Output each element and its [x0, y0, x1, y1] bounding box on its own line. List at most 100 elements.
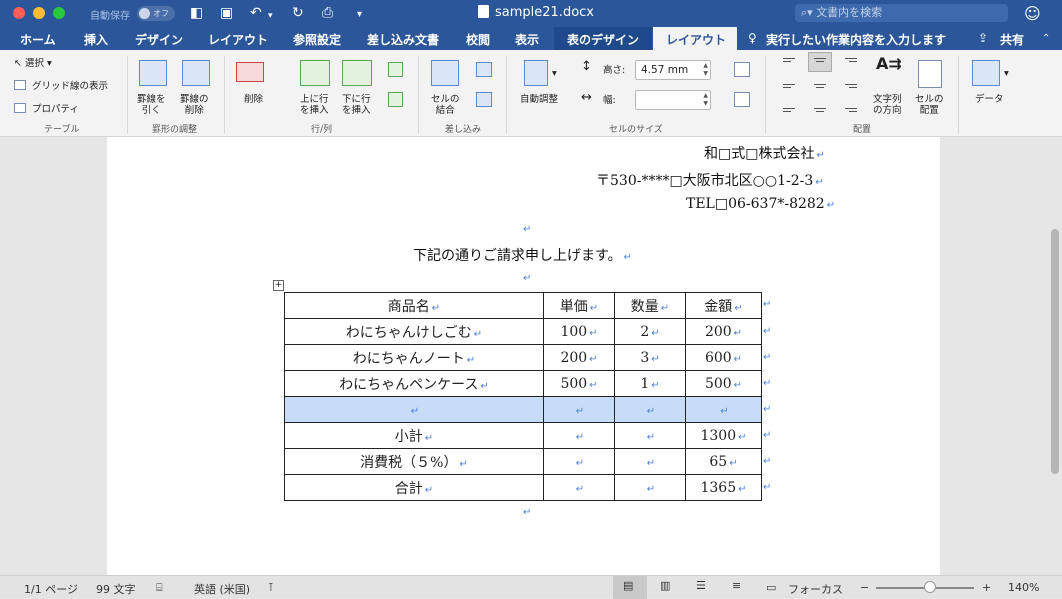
table-cell[interactable]: 合計 ↵: [284, 474, 544, 501]
language-indicator[interactable]: 英語 (米国): [194, 581, 250, 597]
autofit-icon[interactable]: [524, 60, 548, 86]
table-cell[interactable]: 65 ↵: [685, 448, 762, 475]
eraser-icon[interactable]: [182, 60, 210, 86]
word-count[interactable]: 99 文字: [96, 581, 136, 597]
table-cell[interactable]: ↵: [614, 396, 686, 423]
table-cell[interactable]: ↵: [543, 422, 615, 449]
draw-border-button[interactable]: 罫線を 引く: [137, 94, 166, 116]
data-button[interactable]: データ: [975, 94, 1004, 105]
table-move-handle[interactable]: +: [273, 280, 284, 291]
distribute-rows-icon[interactable]: [734, 62, 750, 77]
focus-button[interactable]: フォーカス: [788, 581, 843, 597]
tab-table-design[interactable]: 表のデザイン: [567, 31, 639, 48]
table-cell[interactable]: ↵: [614, 474, 686, 501]
column-width-stepper[interactable]: ▲ ▼: [703, 92, 708, 108]
autosave-toggle[interactable]: オフ: [137, 6, 175, 21]
table-cell[interactable]: 消費税（５%） ↵: [284, 448, 544, 475]
tab-insert[interactable]: 挿入: [84, 31, 108, 48]
feedback-smiley-icon[interactable]: ☺: [1024, 4, 1041, 23]
properties-button[interactable]: プロパティ: [14, 101, 79, 115]
table-cell[interactable]: 1 ↵: [614, 370, 686, 397]
tab-mailings[interactable]: 差し込み文書: [367, 31, 439, 48]
draft-view-button[interactable]: ≡: [722, 576, 756, 599]
zoom-out-button[interactable]: −: [860, 581, 869, 594]
zoom-level[interactable]: 140%: [1008, 581, 1039, 594]
merge-cells-button[interactable]: セルの 結合: [431, 94, 460, 116]
table-cell[interactable]: 3 ↵: [614, 344, 686, 371]
align-bottom-right-button[interactable]: [841, 100, 863, 116]
search-input[interactable]: ⌕▾ 文書内を検索: [795, 4, 1008, 22]
scrollbar-thumb[interactable]: [1051, 229, 1059, 474]
table-cell[interactable]: 100 ↵: [543, 318, 615, 345]
table-cell[interactable]: 200 ↵: [685, 318, 762, 345]
split-table-icon[interactable]: [476, 92, 492, 107]
tab-design[interactable]: デザイン: [135, 31, 183, 48]
insert-row-above-icon[interactable]: [300, 60, 330, 86]
align-top-center-button[interactable]: [808, 52, 832, 72]
table-cell[interactable]: ↵: [284, 396, 544, 423]
text-direction-button[interactable]: 文字列 の方向: [873, 94, 902, 116]
tab-page-layout[interactable]: レイアウト: [208, 31, 268, 48]
align-bottom-left-button[interactable]: [779, 100, 801, 116]
page-count[interactable]: 1/1 ページ: [24, 581, 78, 597]
table-cell[interactable]: わにちゃんノート ↵: [284, 344, 544, 371]
table-cell[interactable]: ↵: [543, 396, 615, 423]
cell-margins-icon[interactable]: [918, 60, 942, 88]
customize-toolbar-icon[interactable]: ▾: [357, 7, 362, 23]
share-button[interactable]: 共有: [1000, 31, 1024, 48]
table-cell[interactable]: ↵: [614, 422, 686, 449]
delete-table-icon[interactable]: [236, 62, 264, 82]
table-header-cell[interactable]: 商品名 ↵: [284, 292, 544, 319]
column-width-field[interactable]: ▲ ▼: [635, 90, 711, 110]
undo-icon[interactable]: ↶: [250, 5, 262, 21]
focus-icon[interactable]: ▭: [766, 581, 776, 594]
outline-view-button[interactable]: ☰: [686, 576, 720, 599]
print-icon[interactable]: ⎙: [322, 5, 333, 21]
row-height-field[interactable]: 4.57 mm ▲ ▼: [635, 60, 711, 80]
table-cell[interactable]: ↵: [685, 396, 762, 423]
autofit-dropdown-icon[interactable]: ▾: [552, 68, 557, 79]
align-top-right-button[interactable]: [841, 54, 863, 70]
undo-dropdown-icon[interactable]: ▾: [268, 8, 273, 24]
gridlines-button[interactable]: グリッド線の表示: [14, 78, 108, 92]
select-button[interactable]: ↖ 選択 ▾: [14, 55, 52, 69]
close-window-button[interactable]: [13, 7, 25, 19]
vertical-scrollbar[interactable]: [1048, 137, 1062, 575]
maximize-window-button[interactable]: [53, 7, 65, 19]
table-cell[interactable]: 1300 ↵: [685, 422, 762, 449]
align-middle-right-button[interactable]: [841, 78, 863, 94]
tab-home[interactable]: ホーム: [20, 31, 56, 48]
autofit-button[interactable]: 自動調整: [520, 94, 558, 105]
print-layout-view-button[interactable]: ▤: [613, 576, 647, 599]
proofing-icon[interactable]: ⌸: [156, 581, 163, 595]
insert-column-left-icon[interactable]: [388, 62, 403, 77]
sidebar-toggle-icon[interactable]: ◧: [190, 5, 203, 21]
tab-references[interactable]: 参照設定: [293, 31, 341, 48]
web-layout-view-button[interactable]: ▥: [650, 576, 684, 599]
table-cell[interactable]: わにちゃんペンケース ↵: [284, 370, 544, 397]
tell-me-input[interactable]: 実行したい作業内容を入力します: [766, 31, 946, 48]
align-middle-left-button[interactable]: [779, 78, 801, 94]
table-cell[interactable]: 500 ↵: [543, 370, 615, 397]
table-header-cell[interactable]: 単価 ↵: [543, 292, 615, 319]
table-header-cell[interactable]: 数量 ↵: [614, 292, 686, 319]
text-direction-icon[interactable]: A⇉: [876, 56, 902, 72]
tab-review[interactable]: 校閲: [466, 31, 490, 48]
data-dropdown-icon[interactable]: ▾: [1004, 68, 1009, 79]
table-cell[interactable]: ↵: [543, 448, 615, 475]
insert-row-above-button[interactable]: 上に行 を挿入: [300, 94, 329, 116]
split-cells-icon[interactable]: [476, 62, 492, 77]
cell-margins-button[interactable]: セルの 配置: [915, 94, 944, 116]
table-cell[interactable]: 500 ↵: [685, 370, 762, 397]
track-changes-icon[interactable]: ⊺: [268, 581, 274, 594]
table-cell[interactable]: 1365 ↵: [685, 474, 762, 501]
table-cell[interactable]: ↵: [543, 474, 615, 501]
tab-table-layout[interactable]: レイアウト: [666, 31, 726, 48]
share-icon[interactable]: ⇪: [978, 31, 988, 45]
redo-icon[interactable]: ↻: [292, 5, 304, 21]
table-cell[interactable]: 600 ↵: [685, 344, 762, 371]
row-height-stepper[interactable]: ▲ ▼: [703, 62, 708, 78]
collapse-ribbon-icon[interactable]: ⌃: [1042, 33, 1050, 44]
save-icon[interactable]: ▣: [220, 5, 233, 21]
table-cell[interactable]: ↵: [614, 448, 686, 475]
